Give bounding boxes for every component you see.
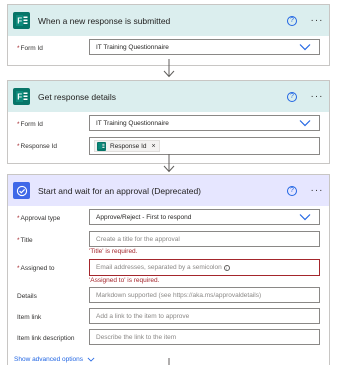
approval-card-header[interactable]: Start and wait for an approval (Deprecat… (8, 175, 329, 206)
approval-type-field-wrap: Approve/Reject - First to respond (89, 209, 320, 225)
title-input[interactable]: Create a title for the approval (89, 231, 320, 247)
more-options-icon[interactable]: ··· (309, 185, 325, 195)
show-advanced-options-label: Show advanced options (14, 356, 84, 363)
required-marker: * (17, 215, 20, 222)
info-icon[interactable]: i (223, 264, 230, 271)
forms-icon (97, 141, 106, 151)
card-title: When a new response is submitted (38, 15, 171, 26)
approval-type-row: *Approval type Approve/Reject - First to… (17, 209, 320, 231)
form-id-value: IT Training Questionnaire (96, 119, 169, 127)
form-id-field-wrap: IT Training Questionnaire (89, 115, 320, 131)
required-marker: * (17, 265, 20, 272)
form-id-label: *Form Id (17, 115, 89, 128)
assigned-to-field-wrap: Email addresses, separated by a semicolo… (89, 259, 320, 285)
approval-card-body: *Approval type Approve/Reject - First to… (8, 206, 329, 352)
form-id-field-wrap: IT Training Questionnaire (89, 39, 320, 55)
approval-type-dropdown[interactable]: Approve/Reject - First to respond (89, 209, 320, 225)
item-link-description-row: Item link description Describe the link … (17, 329, 320, 350)
required-marker: * (17, 143, 20, 150)
help-icon[interactable]: ? (287, 185, 297, 196)
token-label: Response Id (110, 142, 147, 150)
get-response-card-header[interactable]: F Get response details ? ··· (8, 81, 329, 112)
form-id-label: *Form Id (17, 39, 89, 52)
chevron-down-icon[interactable] (299, 119, 311, 127)
assigned-to-label-text: Assigned to (20, 265, 55, 272)
title-label-text: Title (20, 237, 33, 244)
arrow-down-icon (168, 358, 170, 365)
item-link-row: Item link Add a link to the item to appr… (17, 308, 320, 329)
form-id-dropdown[interactable]: IT Training Questionnaire (89, 39, 320, 55)
required-marker: * (17, 121, 20, 128)
card-title: Start and wait for an approval (Deprecat… (38, 185, 202, 196)
item-link-field-wrap: Add a link to the item to approve (89, 308, 320, 324)
details-placeholder: Markdown supported (see https://aka.ms/a… (96, 291, 262, 299)
form-id-dropdown[interactable]: IT Training Questionnaire (89, 115, 320, 131)
help-icon[interactable]: ? (287, 91, 297, 102)
get-response-card: F Get response details ? ··· *Form Id IT… (7, 80, 330, 164)
forms-icon: F (13, 12, 30, 29)
form-id-row: *Form Id IT Training Questionnaire (17, 39, 320, 61)
details-label: Details (17, 293, 37, 300)
form-id-value: IT Training Questionnaire (96, 43, 169, 51)
svg-text:F: F (17, 17, 22, 26)
chevron-down-icon[interactable] (299, 213, 311, 221)
svg-text:F: F (17, 93, 22, 102)
chevron-down-icon[interactable] (299, 43, 311, 51)
more-options-icon[interactable]: ··· (309, 91, 325, 101)
required-marker: * (17, 237, 20, 244)
title-row: *Title Create a title for the approval '… (17, 231, 320, 257)
approval-type-value: Approve/Reject - First to respond (96, 213, 192, 221)
approval-type-label-text: Approval type (20, 215, 61, 222)
title-field-wrap: Create a title for the approval 'Title' … (89, 231, 320, 256)
response-id-field[interactable]: Response Id × (89, 137, 320, 155)
item-link-description-input[interactable]: Describe the link to the item (89, 329, 320, 345)
trigger-card: F When a new response is submitted ? ···… (7, 4, 330, 66)
form-id-label-text: Form Id (20, 45, 43, 52)
title-placeholder: Create a title for the approval (96, 235, 180, 243)
approval-card: Start and wait for an approval (Deprecat… (7, 174, 330, 365)
forms-icon: F (13, 88, 30, 105)
dynamic-content-token[interactable]: Response Id × (94, 140, 160, 152)
title-label: *Title (17, 231, 89, 244)
item-link-label: Item link (17, 314, 42, 321)
response-id-label-text: Response Id (20, 143, 58, 150)
assigned-to-error: 'Assigned to' is required. (89, 277, 160, 284)
help-icon[interactable]: ? (287, 15, 297, 26)
assigned-to-label: *Assigned to (17, 259, 89, 272)
title-error: 'Title' is required. (89, 248, 138, 255)
item-link-description-field-wrap: Describe the link to the item (89, 329, 320, 345)
assigned-to-input[interactable]: Email addresses, separated by a semicolo… (89, 259, 320, 276)
response-id-label: *Response Id (17, 137, 89, 150)
assigned-to-placeholder: Email addresses, separated by a semicolo… (96, 264, 222, 271)
approval-type-label: *Approval type (17, 209, 89, 222)
remove-token-icon[interactable]: × (152, 143, 156, 150)
item-link-description-placeholder: Describe the link to the item (96, 333, 177, 341)
arrow-down-icon (163, 154, 175, 173)
arrow-down-icon (163, 59, 175, 78)
item-link-placeholder: Add a link to the item to approve (96, 312, 190, 320)
approval-icon (13, 182, 30, 199)
required-marker: * (17, 45, 20, 52)
more-options-icon[interactable]: ··· (309, 15, 325, 25)
card-title: Get response details (38, 91, 116, 102)
item-link-input[interactable]: Add a link to the item to approve (89, 308, 320, 324)
form-id-label-text: Form Id (20, 121, 43, 128)
details-field-wrap: Markdown supported (see https://aka.ms/a… (89, 287, 320, 303)
trigger-card-header[interactable]: F When a new response is submitted ? ··· (8, 5, 329, 36)
item-link-description-label: Item link description (17, 335, 75, 342)
response-id-field-wrap: Response Id × (89, 137, 320, 155)
form-id-row: *Form Id IT Training Questionnaire (17, 115, 320, 137)
details-row: Details Markdown supported (see https://… (17, 287, 320, 308)
details-input[interactable]: Markdown supported (see https://aka.ms/a… (89, 287, 320, 303)
assigned-to-row: *Assigned to Email addresses, separated … (17, 259, 320, 287)
chevron-down-icon (87, 357, 95, 362)
